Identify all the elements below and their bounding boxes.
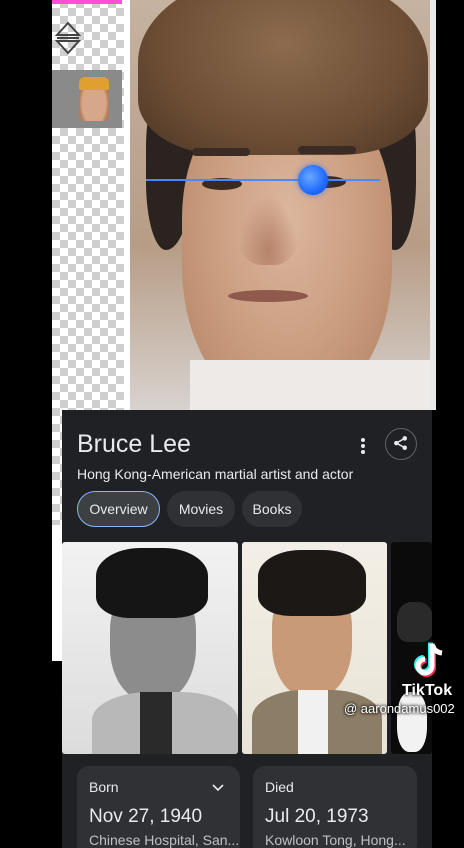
chevron-down-icon[interactable] [212,784,224,792]
photo-hair [96,548,208,618]
entity-title: Bruce Lee [77,430,191,458]
shirt-collar [190,360,430,410]
photo-tie [140,692,172,754]
born-card[interactable]: Born Nov 27, 1940 Chinese Hospital, San.… [77,766,240,848]
photo-shadow [397,602,432,642]
facts-section: Born Nov 27, 1940 Chinese Hospital, San.… [62,755,432,848]
died-label: Died [265,779,294,795]
knowledge-panel-header: Bruce Lee Hong Kong-American martial art… [62,410,432,540]
layer-thumbnail[interactable] [52,70,122,128]
thumbnail-hat [79,77,109,90]
alignment-guide [146,179,380,181]
photo-hair [258,550,366,616]
reorder-icon[interactable] [55,21,81,55]
tab-books[interactable]: Books [242,491,302,527]
share-icon [394,436,407,450]
beanie-hat [138,0,428,155]
nose [238,195,298,265]
canvas-edge-bottom [52,525,62,661]
image-result-1[interactable] [62,542,238,754]
tiktok-brand: TikTok [402,682,453,699]
edited-portrait-photo[interactable] [130,0,430,410]
share-button[interactable] [385,428,417,460]
entity-description: Hong Kong-American martial artist and ac… [77,466,354,482]
left-eyebrow [192,148,250,156]
selection-indicator [52,0,122,4]
canvas-edge [430,0,436,410]
born-label: Born [89,779,119,795]
died-date: Jul 20, 1973 [265,806,369,827]
tab-overview[interactable]: Overview [77,491,160,527]
transform-handle[interactable] [298,165,328,195]
tiktok-logo-icon [414,642,443,677]
image-result-2[interactable] [242,542,387,754]
died-card[interactable]: Died Jul 20, 1973 Kowloon Tong, Hong... [253,766,417,848]
born-place: Chinese Hospital, San... [89,832,240,848]
mouth [228,290,308,302]
tiktok-username: @ aarondamus002 [344,701,455,716]
image-carousel [62,540,432,755]
photo-shirt [298,690,328,754]
died-place: Kowloon Tong, Hong... [265,832,406,848]
more-vert-icon[interactable] [352,434,374,458]
born-date: Nov 27, 1940 [89,806,203,827]
right-eyebrow [298,146,356,154]
tab-movies[interactable]: Movies [167,491,235,527]
